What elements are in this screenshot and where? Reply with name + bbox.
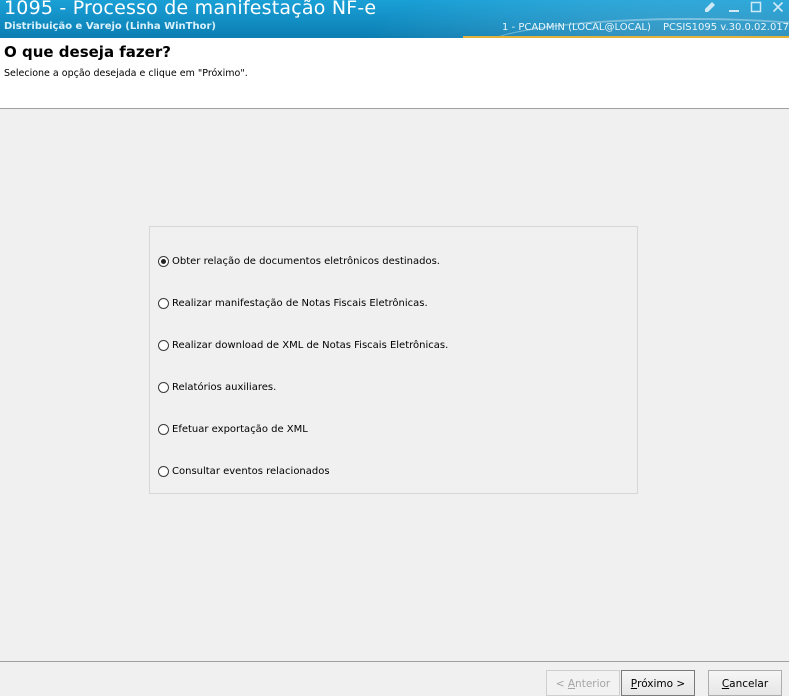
wizard-header: O que deseja fazer? Selecione a opção de…	[0, 38, 789, 109]
cancel-button[interactable]: Cancelar	[708, 670, 782, 696]
radio-button[interactable]	[158, 381, 169, 393]
back-button-mnemonic: A	[567, 678, 576, 690]
page-instruction: Selecione a opção desejada e clique em "…	[4, 68, 248, 79]
option-label: Obter relação de documentos eletrônicos …	[172, 255, 440, 267]
radio-button[interactable]	[158, 339, 169, 351]
cancel-button-mnemonic: C	[721, 678, 730, 690]
back-button-prefix: <	[555, 678, 568, 690]
page-title: O que deseja fazer?	[4, 43, 171, 61]
option-download-xml[interactable]: Realizar download de XML de Notas Fiscai…	[158, 337, 448, 353]
footer-separator	[0, 661, 789, 662]
title-bar: 1095 - Processo de manifestação NF-e Dis…	[0, 0, 789, 38]
option-realizar-manifestacao[interactable]: Realizar manifestação de Notas Fiscais E…	[158, 295, 428, 311]
edit-icon[interactable]	[700, 0, 720, 14]
radio-button[interactable]	[158, 297, 169, 309]
next-button[interactable]: Próximo >	[621, 670, 695, 696]
option-label: Realizar manifestação de Notas Fiscais E…	[172, 297, 428, 309]
back-button-label: nterior	[575, 678, 611, 690]
radio-button[interactable]	[158, 423, 169, 435]
option-consultar-eventos[interactable]: Consultar eventos relacionados	[158, 463, 330, 479]
options-panel: Obter relação de documentos eletrônicos …	[149, 226, 638, 494]
maximize-icon[interactable]	[746, 0, 766, 14]
radio-button[interactable]	[158, 465, 169, 477]
version-info: PCSIS1095 v.30.0.02.017	[663, 22, 789, 33]
cancel-button-label: ancelar	[729, 678, 769, 690]
close-icon[interactable]	[768, 0, 788, 14]
option-label: Efetuar exportação de XML	[172, 423, 308, 435]
option-exportacao-xml[interactable]: Efetuar exportação de XML	[158, 421, 308, 437]
option-label: Consultar eventos relacionados	[172, 465, 330, 477]
option-label: Realizar download de XML de Notas Fiscai…	[172, 339, 449, 351]
option-relatorios-auxiliares[interactable]: Relatórios auxiliares.	[158, 379, 276, 395]
option-obter-relacao[interactable]: Obter relação de documentos eletrônicos …	[158, 253, 440, 269]
app-subtitle: Distribuição e Varejo (Linha WinThor)	[4, 21, 216, 32]
next-button-label: róximo >	[637, 678, 686, 690]
app-title: 1095 - Processo de manifestação NF-e	[4, 0, 377, 19]
option-label: Relatórios auxiliares.	[172, 381, 277, 393]
back-button[interactable]: < Anterior	[546, 670, 620, 696]
user-info: 1 - PCADMIN (LOCAL@LOCAL)	[502, 22, 651, 33]
minimize-icon[interactable]	[724, 0, 744, 14]
radio-button-selected[interactable]	[158, 255, 169, 267]
